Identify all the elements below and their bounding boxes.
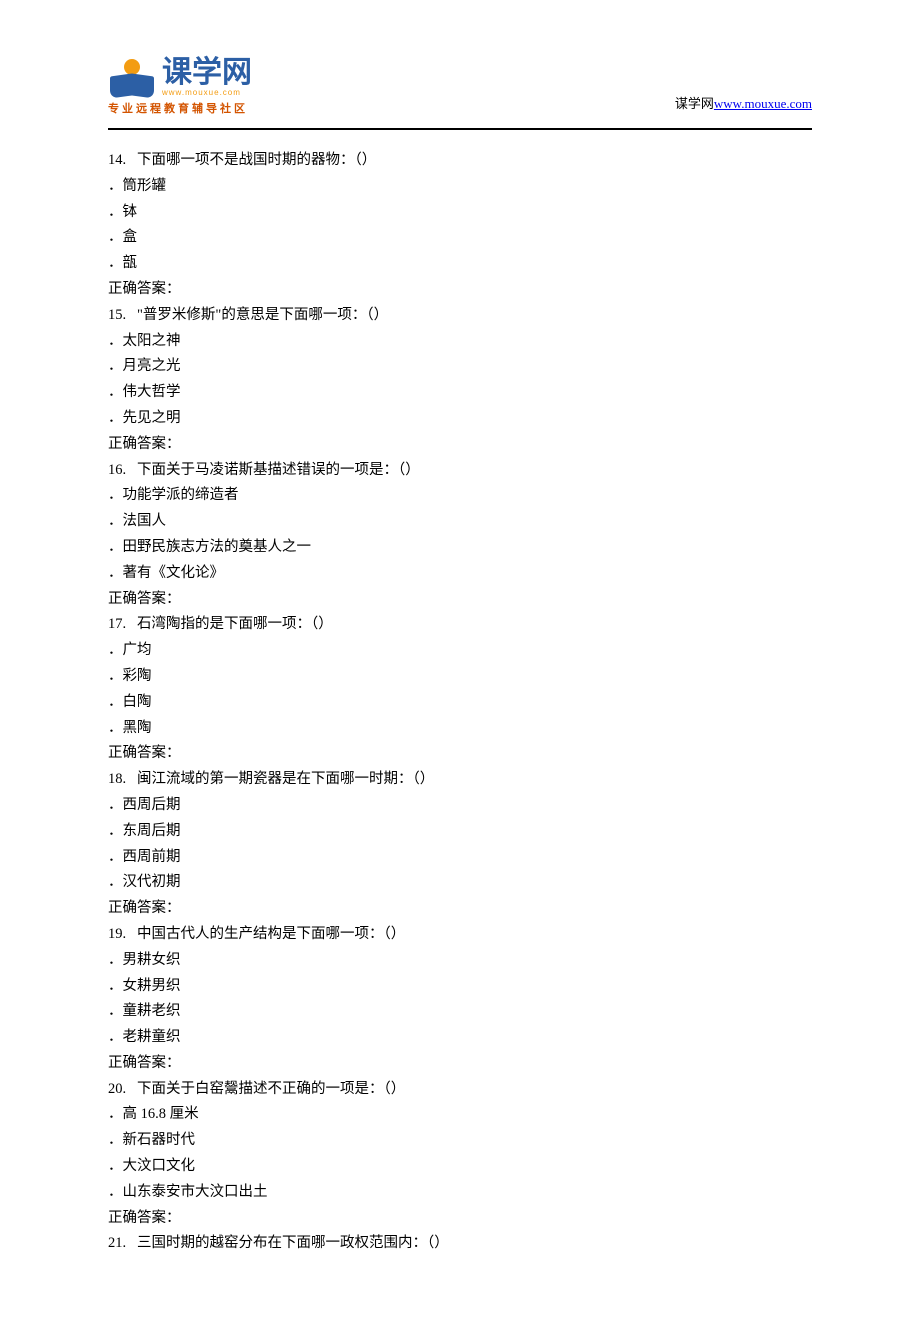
question-option: ．女耕男织: [108, 974, 812, 1000]
answer-label: 正确答案：: [108, 1051, 812, 1077]
question-title: 14. 下面哪一项不是战国时期的器物：（）: [108, 148, 812, 174]
question-title: 16. 下面关于马凌诺斯基描述错误的一项是：（）: [108, 458, 812, 484]
logo-icon: [108, 59, 156, 97]
question-option: ．新石器时代: [108, 1128, 812, 1154]
question-option: ．太阳之神: [108, 329, 812, 355]
logo-text-group: 课学网 www.mouxue.com: [162, 58, 252, 97]
question-option: ．盒: [108, 225, 812, 251]
question-option: ．先见之明: [108, 406, 812, 432]
question-option: ．彩陶: [108, 664, 812, 690]
question-title: 20. 下面关于白窑鬶描述不正确的一项是：（）: [108, 1077, 812, 1103]
logo-main-text: 课学网: [162, 58, 252, 88]
answer-label: 正确答案：: [108, 896, 812, 922]
book-icon: [108, 73, 156, 97]
question-option: ．田野民族志方法的奠基人之一: [108, 535, 812, 561]
site-link-block: 谋学网www.mouxue.com: [675, 93, 812, 112]
answer-label: 正确答案：: [108, 1206, 812, 1232]
site-url-link[interactable]: www.mouxue.com: [714, 96, 812, 111]
question-option: ．西周后期: [108, 793, 812, 819]
question-title: 15. "普罗米修斯"的意思是下面哪一项：（）: [108, 303, 812, 329]
answer-label: 正确答案：: [108, 277, 812, 303]
question-option: ．童耕老织: [108, 999, 812, 1025]
page-header: 课学网 www.mouxue.com 专业远程教育辅导社区 谋学网www.mou…: [108, 58, 812, 122]
question-option: ．汉代初期: [108, 870, 812, 896]
logo-sub-text: www.mouxue.com: [162, 88, 252, 97]
logo-tagline: 专业远程教育辅导社区: [108, 100, 252, 116]
question-option: ．钵: [108, 200, 812, 226]
question-option: ．功能学派的缔造者: [108, 483, 812, 509]
question-option: ．伟大哲学: [108, 380, 812, 406]
question-option: ．广均: [108, 638, 812, 664]
question-option: ．瓿: [108, 251, 812, 277]
question-option: ．著有《文化论》: [108, 561, 812, 587]
question-option: ．法国人: [108, 509, 812, 535]
question-option: ．白陶: [108, 690, 812, 716]
answer-label: 正确答案：: [108, 587, 812, 613]
answer-label: 正确答案：: [108, 432, 812, 458]
header-divider: [108, 128, 812, 130]
question-option: ．高 16.8 厘米: [108, 1102, 812, 1128]
question-option: ．月亮之光: [108, 354, 812, 380]
answer-label: 正确答案：: [108, 741, 812, 767]
question-option: ．西周前期: [108, 845, 812, 871]
question-title: 21. 三国时期的越窑分布在下面哪一政权范围内：（）: [108, 1231, 812, 1257]
site-label: 谋学网: [675, 96, 714, 111]
question-title: 19. 中国古代人的生产结构是下面哪一项：（）: [108, 922, 812, 948]
question-title: 17. 石湾陶指的是下面哪一项：（）: [108, 612, 812, 638]
question-option: ．东周后期: [108, 819, 812, 845]
content-body: 14. 下面哪一项不是战国时期的器物：（） ．筒形罐 ．钵 ．盒 ．瓿 正确答案…: [108, 148, 812, 1257]
question-option: ．筒形罐: [108, 174, 812, 200]
logo-top-row: 课学网 www.mouxue.com: [108, 58, 252, 97]
question-title: 18. 闽江流域的第一期瓷器是在下面哪一时期：（）: [108, 767, 812, 793]
logo-block: 课学网 www.mouxue.com 专业远程教育辅导社区: [108, 58, 252, 116]
question-option: ．老耕童织: [108, 1025, 812, 1051]
question-option: ．大汶口文化: [108, 1154, 812, 1180]
question-option: ．山东泰安市大汶口出土: [108, 1180, 812, 1206]
question-option: ．男耕女织: [108, 948, 812, 974]
question-option: ．黑陶: [108, 716, 812, 742]
